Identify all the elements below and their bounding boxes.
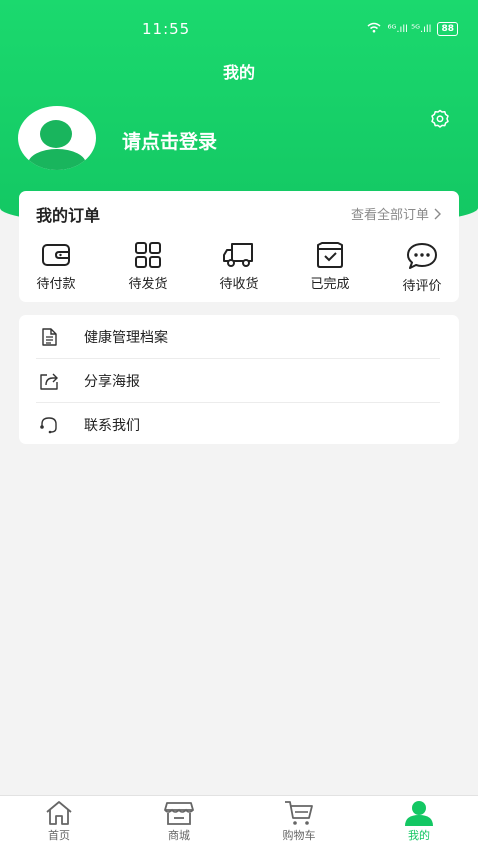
home-icon (46, 801, 72, 825)
avatar-head (40, 120, 72, 148)
gear-icon[interactable] (428, 107, 452, 131)
status-bar: 11:55 ⁶ᴳ.ıll ⁵ᴳ.ıll 88 (0, 14, 478, 44)
tab-label: 购物车 (282, 829, 316, 842)
grid-icon (135, 242, 161, 268)
order-item-label: 待发货 (128, 277, 168, 292)
login-prompt[interactable]: 请点击登录 (122, 127, 217, 154)
avatar[interactable] (18, 106, 96, 170)
orders-title: 我的订单 (36, 206, 101, 225)
page-title: 我的 (222, 63, 255, 82)
order-pending-payment[interactable]: 待付款 (23, 241, 89, 292)
order-item-label: 已完成 (310, 277, 350, 292)
order-pending-shipment[interactable]: 待发货 (115, 241, 181, 292)
menu-item-share-poster[interactable]: 分享海报 (36, 359, 440, 403)
menu-item-label: 联系我们 (84, 418, 140, 434)
tab-label: 首页 (48, 829, 70, 842)
user-icon (405, 801, 433, 826)
menu-item-contact-us[interactable]: 联系我们 (36, 403, 440, 447)
tab-cart[interactable]: 购物车 (254, 800, 344, 843)
status-icons: ⁶ᴳ.ıll ⁵ᴳ.ıll 88 (367, 22, 458, 36)
menu-item-label: 分享海报 (84, 374, 140, 390)
store-icon (164, 802, 194, 825)
tab-store[interactable]: 商城 (134, 800, 224, 843)
battery-icon: 88 (437, 22, 458, 36)
truck-icon (223, 243, 253, 267)
share-icon (36, 368, 62, 394)
chat-bubble-icon (407, 243, 437, 269)
cart-icon (285, 801, 313, 825)
tab-home[interactable]: 首页 (14, 800, 104, 843)
view-all-orders-label: 查看全部订单 (350, 208, 429, 223)
menu-card: 健康管理档案 分享海报 联系我们 (19, 315, 459, 444)
order-completed[interactable]: 已完成 (297, 241, 363, 292)
tab-profile[interactable]: 我的 (374, 800, 464, 843)
chevron-right-icon (434, 208, 441, 219)
avatar-body (28, 149, 86, 170)
headset-icon (36, 412, 62, 438)
order-pending-review[interactable]: 待评价 (389, 241, 455, 294)
status-time: 11:55 (142, 20, 191, 38)
signal-icon: ⁶ᴳ.ıll ⁵ᴳ.ıll (387, 23, 432, 35)
tab-label: 我的 (408, 829, 430, 842)
tab-bar: 首页 商城 购物车 我的 (0, 795, 478, 850)
menu-item-label: 健康管理档案 (84, 330, 168, 346)
order-item-label: 待评价 (402, 279, 442, 294)
orders-card: 我的订单 查看全部订单 待付款 待发货 待收货 已完成 待评价 (19, 191, 459, 302)
order-pending-receipt[interactable]: 待收货 (206, 241, 272, 292)
tab-label: 商城 (168, 829, 190, 842)
order-item-label: 待收货 (219, 277, 259, 292)
document-icon (36, 324, 62, 350)
view-all-orders-link[interactable]: 查看全部订单 (351, 204, 441, 223)
wifi-icon (367, 22, 381, 36)
order-item-label: 待付款 (36, 277, 76, 292)
menu-item-health-records[interactable]: 健康管理档案 (36, 315, 440, 359)
wallet-icon (42, 244, 70, 266)
box-check-icon (317, 242, 343, 268)
